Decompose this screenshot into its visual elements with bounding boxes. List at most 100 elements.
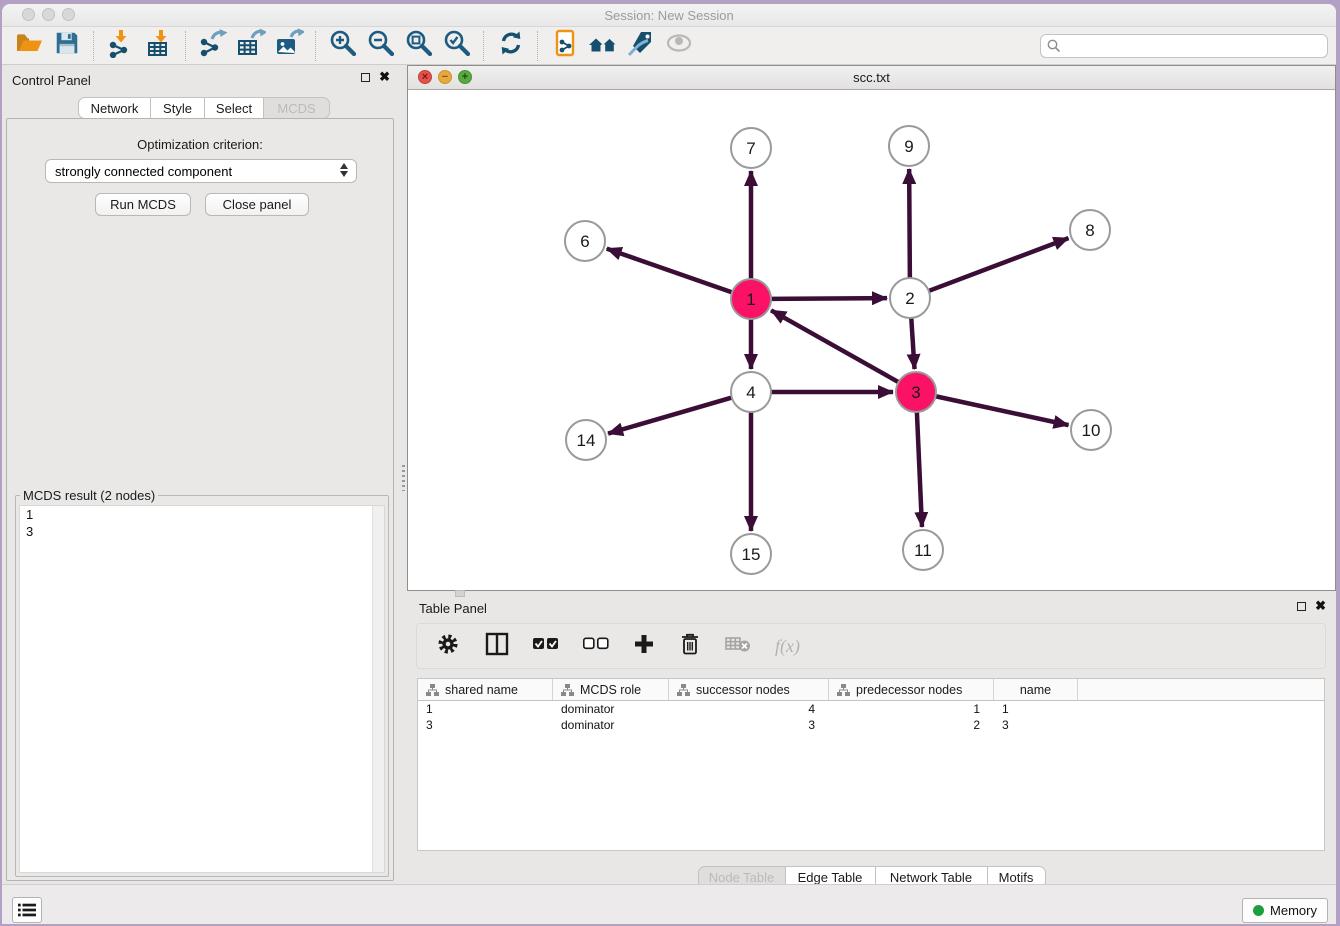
tab-style[interactable]: Style	[151, 97, 205, 119]
network-window-title: scc.txt	[408, 70, 1335, 85]
graph-node-label: 11	[914, 541, 932, 560]
zoom-selected-button[interactable]	[438, 30, 476, 62]
memory-label: Memory	[1270, 903, 1317, 918]
save-session-button[interactable]	[48, 30, 86, 62]
optimization-criterion-label: Optimization criterion:	[7, 137, 393, 152]
cell-mcds-role: dominator	[553, 702, 669, 716]
close-panel-icon[interactable]: ✖	[1315, 601, 1326, 611]
show-network-overview-button[interactable]	[584, 30, 622, 62]
eye-preview-button[interactable]	[660, 30, 698, 62]
close-panel-button[interactable]: Close panel	[205, 193, 309, 216]
graph-edge-3-11[interactable]	[917, 412, 922, 527]
mcds-result-textarea[interactable]: 1 3	[19, 505, 385, 873]
graph-edge-3-1[interactable]	[771, 310, 899, 382]
tag-icon	[626, 28, 656, 63]
graph-edge-2-9[interactable]	[909, 169, 910, 278]
graph-node-label: 2	[905, 289, 914, 308]
column-header-name[interactable]: name	[994, 679, 1078, 700]
workspace: Control Panel ✖ Network Style Select MCD…	[2, 65, 1336, 884]
column-tree-icon	[677, 684, 690, 696]
zoom-out-button[interactable]	[362, 30, 400, 62]
column-label: shared name	[445, 683, 518, 697]
graph-edge-1-6[interactable]	[607, 249, 732, 293]
cell-name: 1	[994, 702, 1078, 716]
float-panel-icon[interactable]	[1297, 602, 1306, 611]
tab-mcds[interactable]: MCDS	[264, 97, 330, 119]
graph-node-label: 9	[904, 137, 913, 156]
delete-column-button[interactable]	[679, 632, 701, 661]
column-header-predecessor-nodes[interactable]: predecessor nodes	[829, 679, 994, 700]
control-panel-title: Control Panel	[12, 73, 91, 88]
graph-node-label: 10	[1082, 421, 1101, 440]
homes-icon	[587, 28, 619, 63]
graph-node-label: 8	[1085, 221, 1094, 240]
refresh-icon	[496, 28, 526, 63]
splitter-grip	[402, 465, 405, 491]
cell-predecessor-nodes: 2	[829, 718, 994, 732]
graph-edge-4-14[interactable]	[608, 398, 732, 434]
table-settings-button[interactable]	[435, 631, 461, 662]
select-chevrons-icon	[340, 163, 348, 177]
add-column-button[interactable]	[633, 633, 655, 660]
open-file-button[interactable]	[10, 30, 48, 62]
annotation-tag-button[interactable]	[622, 30, 660, 62]
cell-shared-name: 1	[418, 702, 553, 716]
run-mcds-button[interactable]: Run MCDS	[95, 193, 191, 216]
table-row[interactable]: 3 dominator 3 2 3	[418, 717, 1324, 733]
column-header-shared-name[interactable]: shared name	[418, 679, 553, 700]
export-table-button[interactable]	[232, 30, 270, 62]
graph-edge-1-2[interactable]	[771, 298, 887, 299]
export-image-button[interactable]	[270, 30, 308, 62]
tab-select[interactable]: Select	[205, 97, 264, 119]
float-panel-icon[interactable]	[361, 73, 370, 82]
checked-boxes-icon	[533, 637, 559, 655]
column-label: successor nodes	[696, 683, 790, 697]
export-network-button[interactable]	[194, 30, 232, 62]
search-input[interactable]	[1040, 34, 1328, 58]
titlebar: Session: New Session	[2, 4, 1336, 27]
close-panel-icon[interactable]: ✖	[379, 72, 390, 82]
vertical-splitter[interactable]	[400, 65, 407, 884]
table-row[interactable]: 1 dominator 4 1 1	[418, 701, 1324, 717]
tab-network[interactable]: Network	[78, 97, 151, 119]
import-network-button[interactable]	[102, 30, 140, 62]
network-canvas[interactable]: 7968124314101511	[408, 90, 1335, 590]
deselect-all-columns-button[interactable]	[583, 637, 609, 655]
import-table-button[interactable]	[140, 30, 178, 62]
search-field-wrap	[1040, 34, 1328, 58]
refresh-view-button[interactable]	[492, 30, 530, 62]
optimization-criterion-select[interactable]: strongly connected component	[45, 159, 357, 183]
graph-node-label: 4	[746, 383, 755, 402]
memory-button[interactable]: Memory	[1242, 898, 1328, 923]
gear-icon	[435, 631, 461, 662]
graph-node-label: 15	[742, 545, 761, 564]
graph-edge-2-3[interactable]	[911, 318, 914, 369]
node-table: shared name MCDS role successor nodes pr…	[417, 678, 1325, 851]
graph-node-label: 7	[746, 139, 755, 158]
mcds-tab-content: Optimization criterion: strongly connect…	[6, 118, 394, 881]
toolbar-separator	[537, 31, 539, 61]
duplicate-network-button[interactable]	[546, 30, 584, 62]
fx-icon: f(x)	[775, 636, 800, 657]
select-all-columns-button[interactable]	[533, 637, 559, 655]
task-history-button[interactable]	[12, 897, 42, 923]
export-image-icon	[274, 28, 304, 63]
toggle-column-panel-button[interactable]	[485, 632, 509, 661]
columns-icon	[485, 632, 509, 661]
delete-table-icon	[725, 635, 751, 658]
zoom-in-button[interactable]	[324, 30, 362, 62]
delete-table-button-disabled	[725, 635, 751, 658]
graph-node-label: 14	[577, 431, 596, 450]
zoom-fit-button[interactable]	[400, 30, 438, 62]
graph-node-label: 6	[580, 232, 589, 251]
trash-icon	[679, 632, 701, 661]
graph-edge-2-8[interactable]	[929, 238, 1069, 291]
zoom-out-icon	[366, 28, 396, 63]
save-icon	[53, 29, 81, 62]
result-scrollbar[interactable]	[372, 506, 384, 872]
toolbar-separator	[483, 31, 485, 61]
column-label: predecessor nodes	[856, 683, 962, 697]
column-header-successor-nodes[interactable]: successor nodes	[669, 679, 829, 700]
column-header-mcds-role[interactable]: MCDS role	[553, 679, 669, 700]
graph-edge-3-10[interactable]	[936, 396, 1069, 425]
